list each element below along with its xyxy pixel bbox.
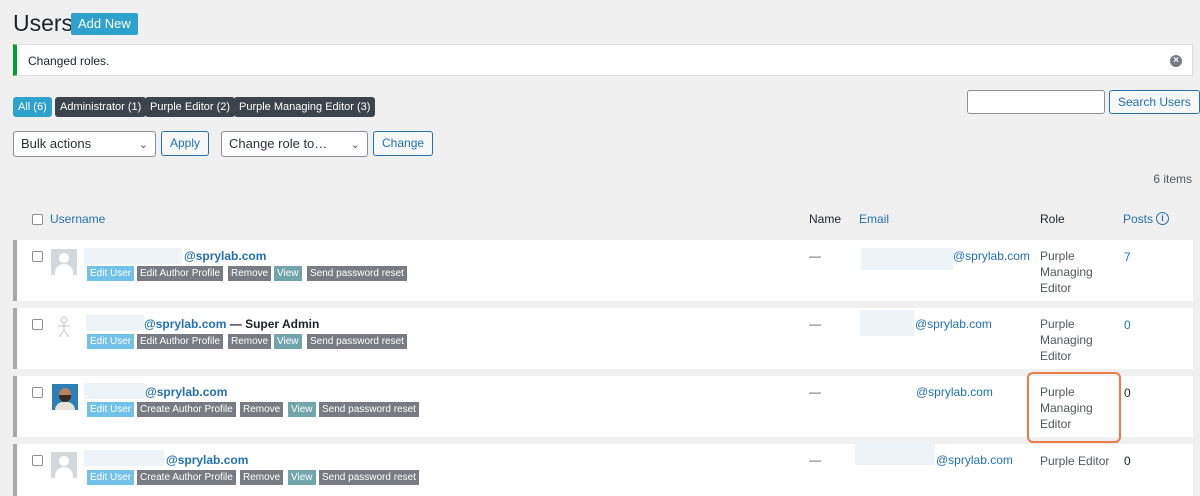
chevron-down-icon: ⌄ — [138, 139, 148, 151]
row-checkbox[interactable] — [32, 387, 43, 398]
name-cell: — — [809, 249, 821, 263]
author-profile-link[interactable]: Create Author Profile — [137, 402, 236, 417]
username-link[interactable]: @sprylab.com — [166, 453, 248, 467]
change-button[interactable]: Change — [373, 131, 434, 156]
email-link[interactable]: @sprylab.com — [915, 317, 992, 331]
posts-count: 0 — [1124, 454, 1131, 468]
search-input[interactable] — [967, 90, 1105, 114]
author-profile-link[interactable]: Edit Author Profile — [137, 334, 224, 349]
row-checkbox[interactable] — [32, 251, 43, 262]
filter-purple-editor[interactable]: Purple Editor (2) — [145, 97, 236, 117]
redacted-username — [86, 315, 144, 331]
super-admin-label: — Super Admin — [226, 317, 320, 331]
email-link[interactable]: @sprylab.com — [936, 453, 1013, 467]
add-new-button[interactable]: Add New — [71, 13, 138, 35]
remove-link[interactable]: Remove — [228, 266, 272, 281]
row-checkbox[interactable] — [32, 319, 43, 330]
posts-count: 0 — [1124, 386, 1131, 400]
email-link[interactable]: @sprylab.com — [916, 385, 993, 399]
select-all-checkbox[interactable] — [32, 214, 43, 225]
filter-administrator[interactable]: Administrator (1) — [55, 97, 147, 117]
username-link[interactable]: @sprylab.com — [145, 385, 227, 399]
page-title: Users — [13, 10, 74, 36]
view-link[interactable]: View — [274, 266, 302, 281]
redacted-username — [84, 450, 164, 466]
email-link[interactable]: @sprylab.com — [953, 249, 1030, 263]
role-cell: Purple Managing Editor — [1040, 249, 1093, 295]
view-link[interactable]: View — [288, 402, 316, 417]
edit-user-link[interactable]: Edit User — [87, 470, 135, 485]
send-password-reset-link[interactable]: Send password reset — [319, 402, 419, 417]
column-name: Name — [809, 212, 842, 226]
apply-button[interactable]: Apply — [161, 131, 210, 156]
posts-count-link[interactable]: 0 — [1124, 318, 1131, 332]
bulk-actions-value: Bulk actions — [21, 136, 92, 151]
change-role-value: Change role to… — [229, 136, 328, 151]
dismiss-icon[interactable]: × — [1170, 55, 1182, 67]
redacted-username — [84, 248, 182, 264]
redacted-email — [861, 248, 953, 270]
default-avatar-icon — [51, 249, 77, 275]
row-checkbox[interactable] — [32, 455, 43, 466]
author-profile-link[interactable]: Edit Author Profile — [137, 266, 224, 281]
view-link[interactable]: View — [288, 470, 316, 485]
column-posts[interactable]: Posts — [1123, 212, 1153, 226]
default-avatar-icon — [51, 452, 77, 478]
redacted-username — [84, 383, 144, 399]
posts-count-link[interactable]: 7 — [1124, 250, 1131, 264]
author-profile-link[interactable]: Create Author Profile — [137, 470, 236, 485]
role-highlight-box — [1027, 372, 1121, 443]
send-password-reset-link[interactable]: Send password reset — [307, 266, 407, 281]
user-photo-avatar — [52, 384, 78, 410]
username-text[interactable]: @sprylab.com — [144, 317, 226, 331]
edit-user-link[interactable]: Edit User — [87, 402, 135, 417]
notice-changed-roles: Changed roles. × — [13, 44, 1193, 76]
bulk-actions-select[interactable]: Bulk actions ⌄ — [13, 131, 156, 157]
column-email[interactable]: Email — [859, 212, 889, 226]
name-cell: — — [809, 317, 821, 331]
search-users-button[interactable]: Search Users — [1109, 90, 1200, 114]
name-cell: — — [809, 453, 821, 467]
edit-user-link[interactable]: Edit User — [87, 266, 135, 281]
filter-purple-managing-editor[interactable]: Purple Managing Editor (3) — [234, 97, 376, 117]
username-link[interactable]: @sprylab.com — Super Admin — [144, 317, 319, 331]
role-cell: Purple Managing Editor — [1040, 317, 1093, 363]
send-password-reset-link[interactable]: Send password reset — [319, 470, 419, 485]
stick-figure-avatar-icon — [54, 316, 74, 338]
change-role-select[interactable]: Change role to… ⌄ — [221, 131, 368, 157]
view-link[interactable]: View — [274, 334, 302, 349]
remove-link[interactable]: Remove — [240, 470, 284, 485]
redacted-email — [860, 310, 914, 336]
username-link[interactable]: @sprylab.com — [184, 249, 266, 263]
column-role: Role — [1040, 212, 1065, 226]
notice-text: Changed roles. — [28, 54, 110, 68]
chevron-down-icon: ⌄ — [350, 139, 360, 151]
name-cell: — — [809, 385, 821, 399]
role-cell: Purple Editor — [1040, 454, 1110, 468]
filter-all[interactable]: All (6) — [13, 97, 52, 117]
info-icon[interactable]: i — [1156, 212, 1169, 225]
redacted-email — [855, 441, 935, 465]
remove-link[interactable]: Remove — [228, 334, 272, 349]
edit-user-link[interactable]: Edit User — [87, 334, 135, 349]
send-password-reset-link[interactable]: Send password reset — [307, 334, 407, 349]
column-username[interactable]: Username — [50, 212, 105, 226]
remove-link[interactable]: Remove — [240, 402, 284, 417]
items-count: 6 items — [1153, 172, 1192, 186]
